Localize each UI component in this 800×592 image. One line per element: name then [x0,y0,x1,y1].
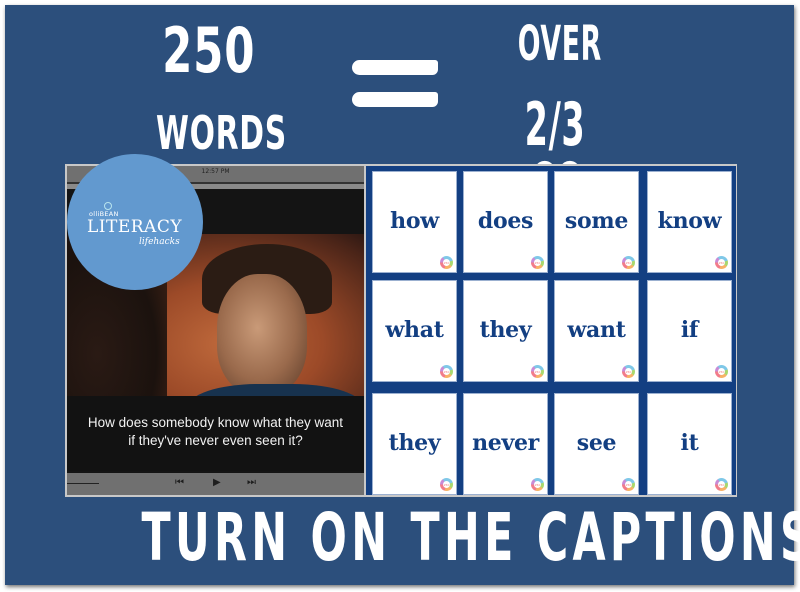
word-card: how 250 [372,171,457,273]
footer-call-to-action: TURN ON THE CAPTIONS [141,499,800,576]
skip-forward-icon[interactable]: ⏭ [247,477,256,488]
word-card: never 250 [463,393,548,495]
equals-bar-bottom [352,92,438,107]
badge-label: 250 [718,370,725,374]
closed-caption: How does somebody know what they want if… [67,414,364,450]
word-card-text: they [479,317,532,343]
sight-word-grid: how 250 does 250 some 250 know 250 what 250 they 25… [366,166,736,495]
word-card-text: how [390,208,439,234]
word-card-text: some [564,208,629,234]
badge-label: 250 [718,261,725,265]
headline-words-label: WORDS [156,106,287,160]
playback-controls: ⏮ ▶ ⏭ [67,473,364,495]
word-card-text: want [567,317,626,343]
caption-line-2: if they've never even seen it? [128,433,303,448]
logo-subtitle: lifehacks [139,237,180,247]
actor-face [217,274,307,394]
badge-label: 250 [443,261,450,265]
badge-label: 250 [443,483,450,487]
badge-label: 250 [534,483,541,487]
badge-label: 250 [534,370,541,374]
badge-label: 250 [625,261,632,265]
word-card: what 250 [372,280,457,382]
word-card: does 250 [463,171,548,273]
scrub-bar[interactable] [67,483,99,484]
olibean-literacy-logo: olliBEAN LITERACY lifehacks [67,154,203,290]
equals-icon [352,60,442,110]
word-card: know 250 [647,171,732,273]
word-card: they 250 [372,393,457,495]
equals-bar-top [352,60,438,75]
logo-title: LITERACY [87,217,183,237]
badge-label: 250 [534,261,541,265]
badge-label: 250 [443,370,450,374]
badge-label: 250 [718,483,725,487]
word-card: they 250 [463,280,548,382]
word-card-text: does [477,208,534,234]
word-card: want 250 [554,280,639,382]
word-card-text: it [680,430,699,456]
word-card-text: what [385,317,444,343]
word-card-text: if [680,317,699,343]
word-card-text: see [576,430,617,456]
badge-label: 250 [625,370,632,374]
word-card: it 250 [647,393,732,495]
word-card-text: they [388,430,441,456]
badge-label: 250 [625,483,632,487]
caption-line-1: How does somebody know what they want [87,415,344,430]
word-card-text: know [657,208,722,234]
word-card: if 250 [647,280,732,382]
play-icon[interactable]: ▶ [213,477,221,488]
skip-back-icon[interactable]: ⏮ [175,477,184,488]
headline-number: 250 [162,14,256,87]
word-card: some 250 [554,171,639,273]
logo-ring-icon [104,202,112,210]
headline-over: OVER [517,16,602,72]
word-card-text: never [472,430,539,456]
word-card: see 250 [554,393,639,495]
